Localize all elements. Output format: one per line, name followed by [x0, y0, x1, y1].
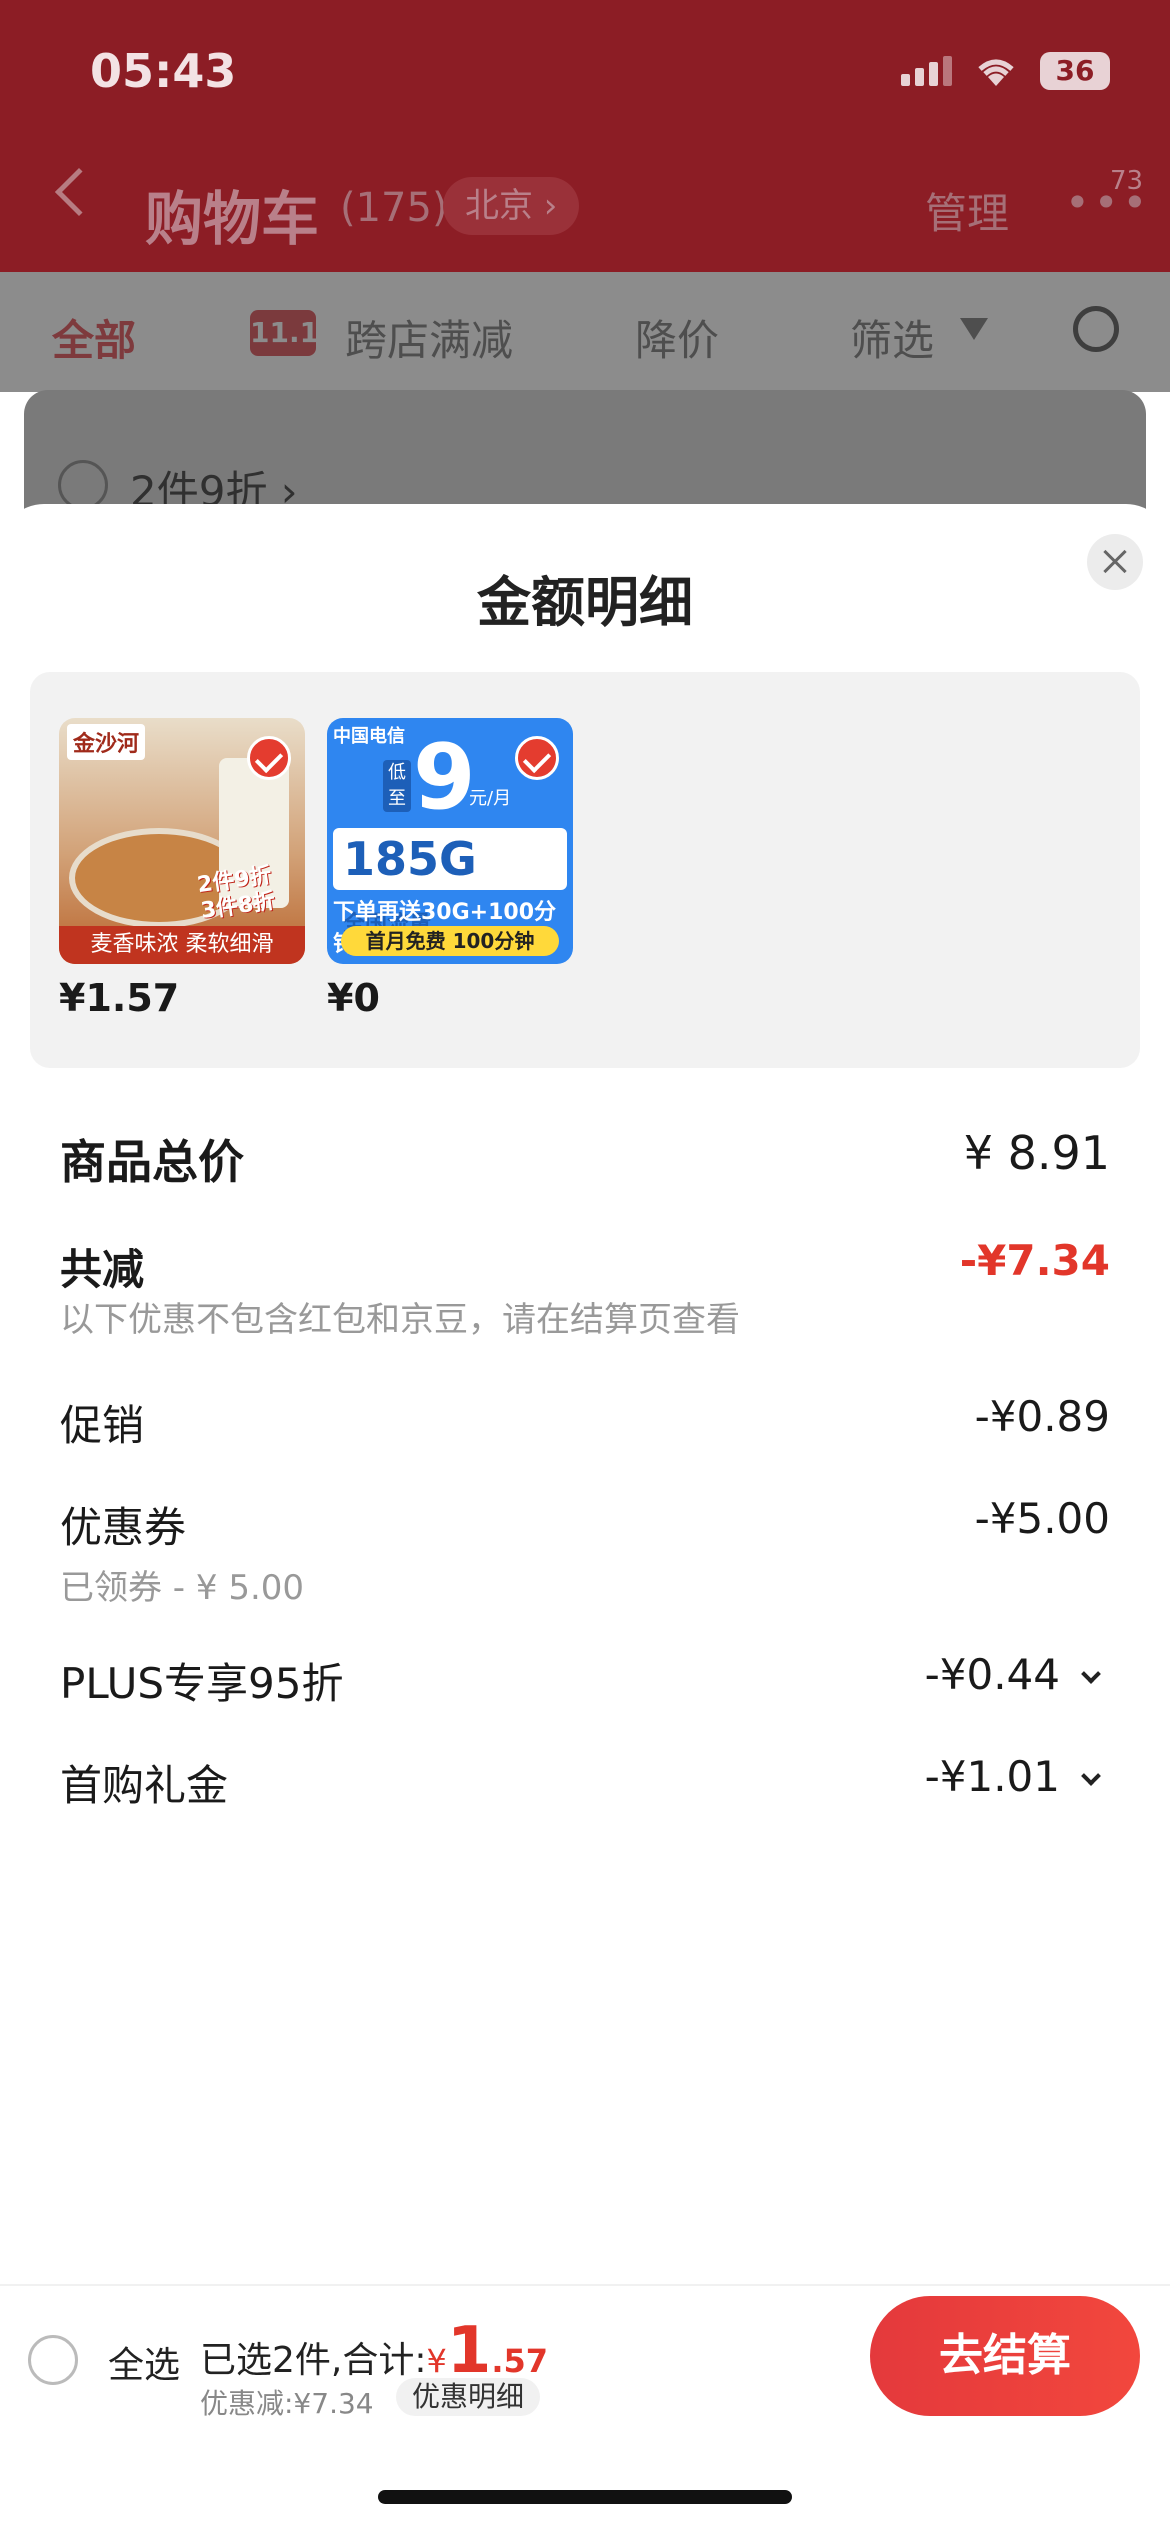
close-icon[interactable]	[1087, 534, 1143, 590]
total-price-label: 商品总价	[60, 1135, 244, 1189]
message-badge: 73	[1110, 166, 1144, 196]
total-reduction-label: 共减	[60, 1245, 145, 1294]
shop-checkbox[interactable]	[58, 460, 108, 510]
home-indicator	[378, 2490, 792, 2504]
telecom-price-unit: 元/月	[469, 788, 512, 809]
page-title: 购物车	[145, 185, 320, 253]
product-price: ¥0	[327, 976, 380, 1020]
product-price: ¥1.57	[59, 976, 180, 1020]
product-image: 金沙河 2件9折 3件8折 麦香味浓 柔软细滑	[59, 718, 305, 964]
chevron-down-icon[interactable]	[1081, 1766, 1101, 1786]
tab-all[interactable]: 全部	[52, 307, 136, 368]
tab-cross-store-discount[interactable]: 跨店满减	[345, 307, 513, 368]
status-time: 05:43	[90, 44, 237, 98]
selected-summary: 已选2件,合计:¥1.57	[200, 2314, 548, 2388]
reduction-note: 以下优惠不包含红包和京豆，请在结算页查看	[60, 1300, 740, 1340]
checkout-button[interactable]: 去结算	[870, 2296, 1140, 2416]
funnel-icon	[960, 318, 988, 340]
product-item[interactable]: 中国电信 低至 9 元/月 185G 全国流量 下单再送30G+100分钟 首月…	[327, 718, 573, 1020]
plus-discount-value: -¥0.44	[925, 1650, 1110, 1699]
telecom-flow-banner: 185G 全国流量	[333, 828, 567, 937]
checkout-bar: 全选 已选2件,合计:¥1.57 优惠减:¥7.34 优惠明细 去结算	[0, 2284, 1170, 2428]
manage-button[interactable]: 管理	[925, 180, 1009, 241]
first-purchase-gift-label: 首购礼金	[60, 1761, 229, 1810]
product-brand-logo: 金沙河	[67, 724, 146, 760]
tab-price-drop[interactable]: 降价	[635, 307, 719, 368]
product-thumbnails: 金沙河 2件9折 3件8折 麦香味浓 柔软细滑 ¥1.57 中国电信 低至 9 …	[30, 672, 1140, 1068]
tab-filter[interactable]: 筛选	[850, 307, 934, 368]
summary-prefix: 已选2件,合计:	[200, 2340, 427, 2381]
filter-bar	[0, 272, 1170, 392]
select-all-label[interactable]: 全选	[108, 2336, 180, 2388]
signal-icon	[901, 56, 952, 86]
sheet-title: 金额明细	[477, 571, 693, 634]
status-icons: 36	[901, 52, 1110, 90]
coupon-note: 已领券 - ¥ 5.00	[60, 1568, 305, 1608]
battery-icon: 36	[1040, 52, 1110, 90]
total-decimal: .57	[491, 2342, 549, 2380]
telecom-price-big: 9	[413, 725, 476, 830]
1111-badge-icon: 11.11	[250, 310, 339, 356]
telecom-logo: 中国电信	[333, 726, 405, 747]
select-all-checkbox[interactable]	[28, 2335, 78, 2385]
total-reduction-value: -¥7.34	[959, 1236, 1110, 1285]
wifi-icon	[978, 59, 1014, 86]
search-icon[interactable]	[1073, 306, 1119, 352]
discount-amount: 优惠减:¥7.34	[200, 2387, 374, 2420]
plus-discount-label: PLUS专享95折	[60, 1659, 344, 1708]
coupon-label: 优惠券	[60, 1503, 187, 1552]
cart-count: (175)	[340, 185, 448, 231]
first-purchase-gift-value: -¥1.01	[925, 1752, 1110, 1801]
discount-detail-button[interactable]: 优惠明细	[396, 2378, 541, 2416]
check-icon	[247, 736, 291, 780]
currency-symbol: ¥	[426, 2342, 447, 2380]
product-item[interactable]: 金沙河 2件9折 3件8折 麦香味浓 柔软细滑 ¥1.57	[59, 718, 305, 1020]
promotion-label: 促销	[60, 1401, 145, 1450]
location-selector[interactable]: 北京 ›	[443, 177, 580, 235]
amount-detail-sheet: 金额明细 金沙河 2件9折 3件8折 麦香味浓 柔软细滑 ¥1.57 中国电信 …	[0, 504, 1170, 2532]
coupon-value: -¥5.00	[974, 1494, 1110, 1543]
promotion-value: -¥0.89	[974, 1392, 1110, 1441]
check-icon	[515, 736, 559, 780]
telecom-low-label: 低至	[383, 760, 411, 812]
telecom-free-badge: 首月免费 100分钟	[341, 926, 559, 956]
product-slogan: 麦香味浓 柔软细滑	[59, 926, 305, 964]
product-image: 中国电信 低至 9 元/月 185G 全国流量 下单再送30G+100分钟 首月…	[327, 718, 573, 964]
chevron-down-icon[interactable]	[1081, 1664, 1101, 1684]
product-promo-text: 2件9折 3件8折	[195, 863, 277, 924]
total-integer: 1	[446, 2314, 492, 2388]
total-price-value: ¥ 8.91	[963, 1126, 1110, 1180]
